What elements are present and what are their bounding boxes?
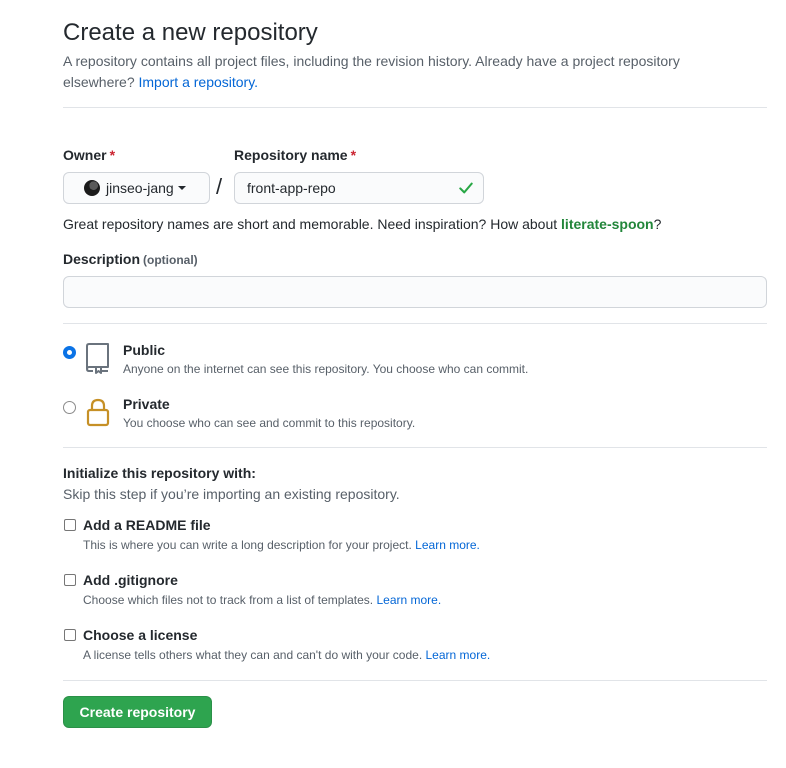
owner-select-button[interactable]: jinseo-jang: [63, 172, 210, 204]
readme-learn-more-link[interactable]: Learn more.: [415, 538, 480, 552]
page-intro: A repository contains all project files,…: [63, 51, 753, 93]
divider: [63, 107, 767, 108]
avatar: [84, 180, 100, 196]
divider: [63, 447, 767, 448]
description-label: Description (optional): [63, 251, 198, 267]
gitignore-desc-text: Choose which files not to track from a l…: [83, 593, 374, 607]
readme-title: Add a README file: [83, 517, 211, 533]
public-title: Public: [123, 342, 166, 358]
required-mark: *: [109, 147, 116, 163]
name-suggestion[interactable]: literate-spoon: [561, 216, 654, 232]
hint-text: Great repository names are short and mem…: [63, 216, 558, 232]
repo-name-hint: Great repository names are short and mem…: [63, 214, 661, 234]
owner-label-text: Owner: [63, 147, 107, 163]
page-title: Create a new repository: [63, 19, 318, 46]
gitignore-title: Add .gitignore: [83, 572, 178, 588]
owner-repo-separator: /: [216, 174, 223, 199]
required-mark: *: [350, 147, 357, 163]
initialize-title: Initialize this repository with:: [63, 465, 256, 481]
gitignore-description: Choose which files not to track from a l…: [83, 593, 441, 607]
divider: [63, 680, 767, 681]
public-description: Anyone on the internet can see this repo…: [123, 362, 529, 376]
license-checkbox[interactable]: [64, 629, 76, 641]
private-radio[interactable]: [63, 401, 76, 414]
divider: [63, 323, 767, 324]
repo-icon: [86, 343, 109, 374]
gitignore-learn-more-link[interactable]: Learn more.: [376, 593, 441, 607]
intro-text-line1: A repository contains all project files,…: [63, 53, 680, 69]
repo-name-label-text: Repository name: [234, 147, 348, 163]
license-title: Choose a license: [83, 627, 198, 643]
initialize-subtitle: Skip this step if you’re importing an ex…: [63, 486, 400, 502]
import-repository-link[interactable]: Import a repository.: [139, 74, 259, 90]
private-title: Private: [123, 396, 170, 412]
license-desc-text: A license tells others what they can and…: [83, 648, 423, 662]
public-radio[interactable]: [63, 346, 76, 359]
caret-down-icon: [177, 186, 186, 190]
readme-desc-text: This is where you can write a long descr…: [83, 538, 412, 552]
repo-name-input[interactable]: [234, 172, 484, 204]
readme-description: This is where you can write a long descr…: [83, 538, 480, 552]
intro-text-line2: elsewhere?: [63, 74, 135, 90]
owner-value: jinseo-jang: [106, 180, 174, 196]
description-label-text: Description: [63, 251, 141, 267]
owner-label: Owner *: [63, 147, 115, 163]
create-repository-button[interactable]: Create repository: [63, 696, 212, 728]
gitignore-checkbox[interactable]: [64, 574, 76, 586]
repo-name-label: Repository name *: [234, 147, 356, 163]
license-learn-more-link[interactable]: Learn more.: [426, 648, 491, 662]
private-description: You choose who can see and commit to thi…: [123, 416, 416, 430]
check-icon: [459, 182, 473, 194]
optional-tag: (optional): [143, 253, 198, 267]
hint-end: ?: [653, 216, 662, 232]
license-description: A license tells others what they can and…: [83, 648, 490, 662]
lock-icon: [86, 398, 110, 427]
readme-checkbox[interactable]: [64, 519, 76, 531]
description-input[interactable]: [63, 276, 767, 308]
